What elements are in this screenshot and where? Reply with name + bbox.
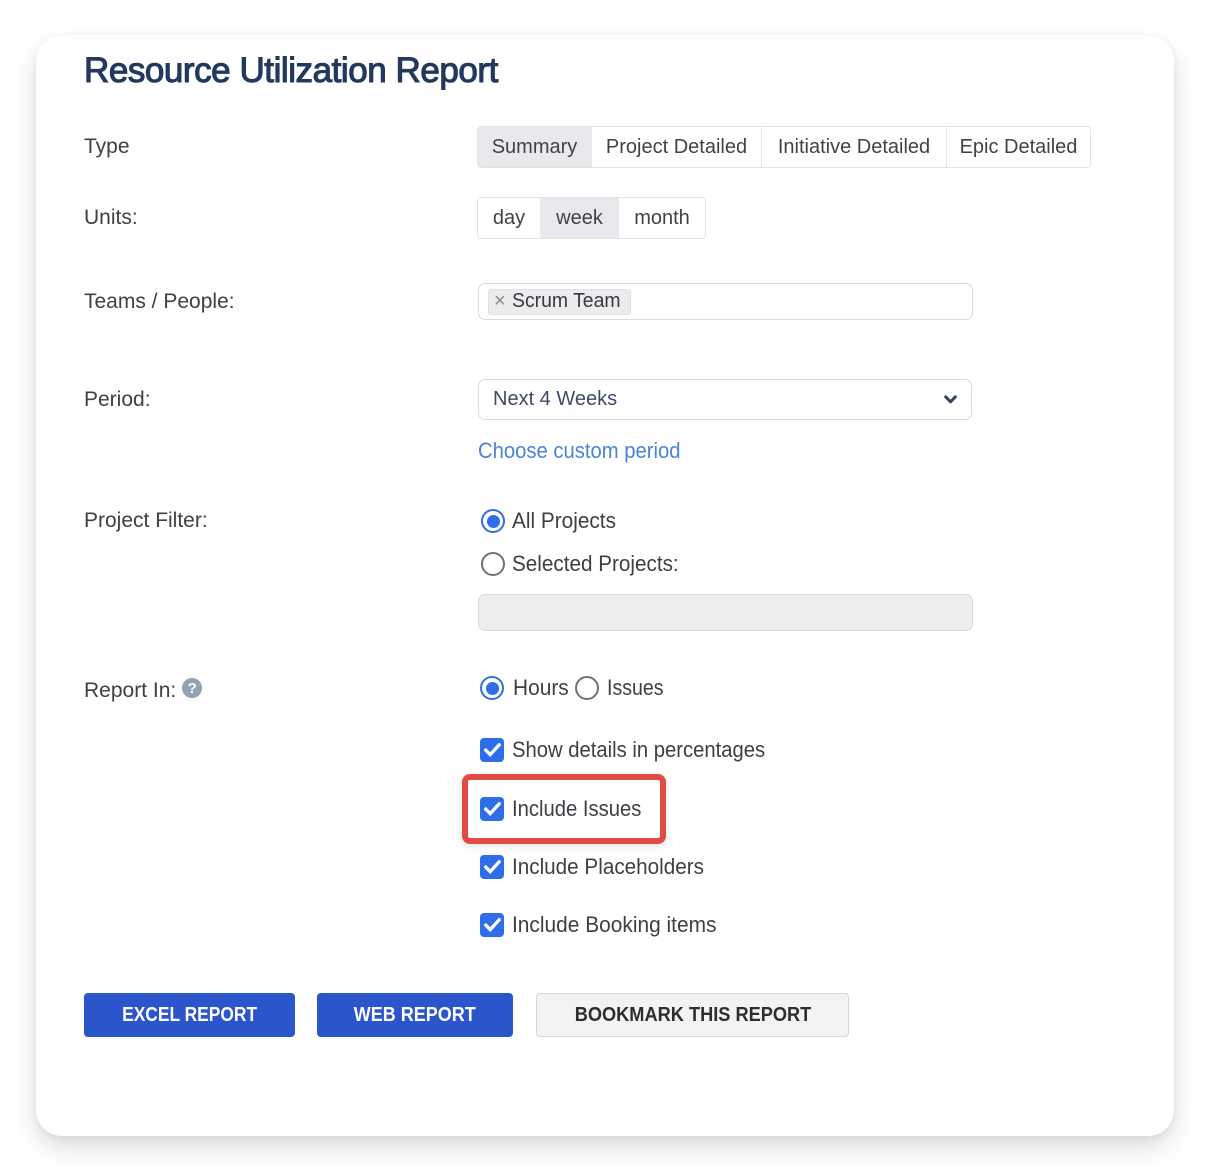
check-icon — [484, 743, 501, 757]
choose-custom-period-link[interactable]: Choose custom period — [478, 438, 698, 464]
include-booking-items-checkbox-row[interactable]: Include Booking items — [480, 912, 727, 938]
period-label: Period: — [84, 388, 151, 412]
report-in-hours-option[interactable]: Hours — [480, 675, 572, 701]
issues-label: Issues — [607, 675, 664, 701]
period-select[interactable]: Next 4 Weeks — [478, 379, 972, 420]
units-option-month[interactable]: month — [618, 198, 705, 238]
choose-custom-period-label: Choose custom period — [478, 438, 681, 464]
selected-projects-radio[interactable] — [481, 552, 505, 576]
report-form-card: Resource Utilization Report Type Summary… — [36, 35, 1174, 1136]
excel-report-label: EXCEL REPORT — [122, 1004, 257, 1027]
units-option-week[interactable]: week — [540, 198, 618, 238]
type-row: Type — [84, 126, 130, 168]
include-issues-checkbox[interactable] — [480, 797, 504, 821]
help-icon[interactable]: ? — [182, 678, 202, 698]
remove-tag-icon[interactable]: × — [494, 290, 506, 313]
units-option-label-day: day — [493, 207, 525, 230]
show-details-label: Show details in percentages — [512, 737, 765, 763]
bookmark-report-button[interactable]: BOOKMARK THIS REPORT — [536, 993, 849, 1037]
include-issues-checkbox-row[interactable]: Include Issues — [480, 796, 653, 822]
report-in-row: Report In: ? — [84, 678, 202, 704]
selected-projects-option[interactable]: Selected Projects: — [481, 551, 689, 577]
tag-label: Scrum Team — [512, 290, 621, 313]
check-icon — [484, 918, 501, 932]
hours-label: Hours — [513, 675, 569, 701]
web-report-button[interactable]: WEB REPORT — [317, 993, 513, 1037]
report-in-issues-option[interactable]: Issues — [575, 675, 671, 701]
units-segmented-control: day week month — [477, 197, 706, 239]
all-projects-option[interactable]: All Projects — [481, 508, 622, 534]
show-details-checkbox-row[interactable]: Show details in percentages — [480, 737, 787, 763]
type-option-project-detailed[interactable]: Project Detailed — [591, 127, 761, 167]
units-label: Units: — [84, 206, 138, 230]
type-option-initiative-detailed[interactable]: Initiative Detailed — [761, 127, 946, 167]
teams-row: Teams / People: — [84, 283, 235, 320]
units-option-label-week: week — [556, 207, 603, 230]
include-issues-label: Include Issues — [512, 796, 641, 822]
all-projects-radio[interactable] — [481, 509, 505, 533]
project-filter-row: Project Filter: — [84, 508, 208, 533]
show-details-checkbox[interactable] — [480, 738, 504, 762]
hours-radio[interactable] — [480, 676, 504, 700]
page-title: Resource Utilization Report — [84, 51, 498, 91]
units-option-label-month: month — [634, 207, 690, 230]
all-projects-label: All Projects — [512, 508, 616, 534]
report-in-label: Report In: — [84, 679, 176, 703]
units-option-day[interactable]: day — [478, 198, 540, 238]
type-option-label-project-detailed: Project Detailed — [606, 136, 747, 159]
project-filter-label: Project Filter: — [84, 509, 208, 533]
type-option-label-initiative-detailed: Initiative Detailed — [778, 136, 930, 159]
teams-input[interactable]: × Scrum Team — [478, 283, 973, 320]
issues-radio[interactable] — [575, 676, 599, 700]
type-option-label-summary: Summary — [492, 136, 578, 159]
bookmark-report-label: BOOKMARK THIS REPORT — [574, 1004, 811, 1027]
check-icon — [484, 860, 501, 874]
scrum-team-tag: × Scrum Team — [488, 289, 631, 315]
type-option-summary[interactable]: Summary — [478, 127, 591, 167]
excel-report-button[interactable]: EXCEL REPORT — [84, 993, 295, 1037]
teams-label: Teams / People: — [84, 290, 235, 314]
units-row: Units: — [84, 197, 138, 239]
include-placeholders-checkbox[interactable] — [480, 855, 504, 879]
include-placeholders-label: Include Placeholders — [512, 854, 704, 880]
chevron-down-icon — [944, 395, 957, 404]
type-option-label-epic-detailed: Epic Detailed — [960, 136, 1078, 159]
include-booking-items-label: Include Booking items — [512, 912, 716, 938]
period-value: Next 4 Weeks — [493, 388, 617, 411]
type-segmented-control: Summary Project Detailed Initiative Deta… — [477, 126, 1091, 168]
check-icon — [484, 802, 501, 816]
include-booking-items-checkbox[interactable] — [480, 913, 504, 937]
type-label: Type — [84, 135, 130, 159]
selected-projects-input — [478, 594, 973, 631]
selected-projects-label: Selected Projects: — [512, 551, 679, 577]
type-option-epic-detailed[interactable]: Epic Detailed — [946, 127, 1090, 167]
include-placeholders-checkbox-row[interactable]: Include Placeholders — [480, 854, 716, 880]
web-report-label: WEB REPORT — [354, 1004, 476, 1027]
period-row: Period: — [84, 379, 151, 420]
